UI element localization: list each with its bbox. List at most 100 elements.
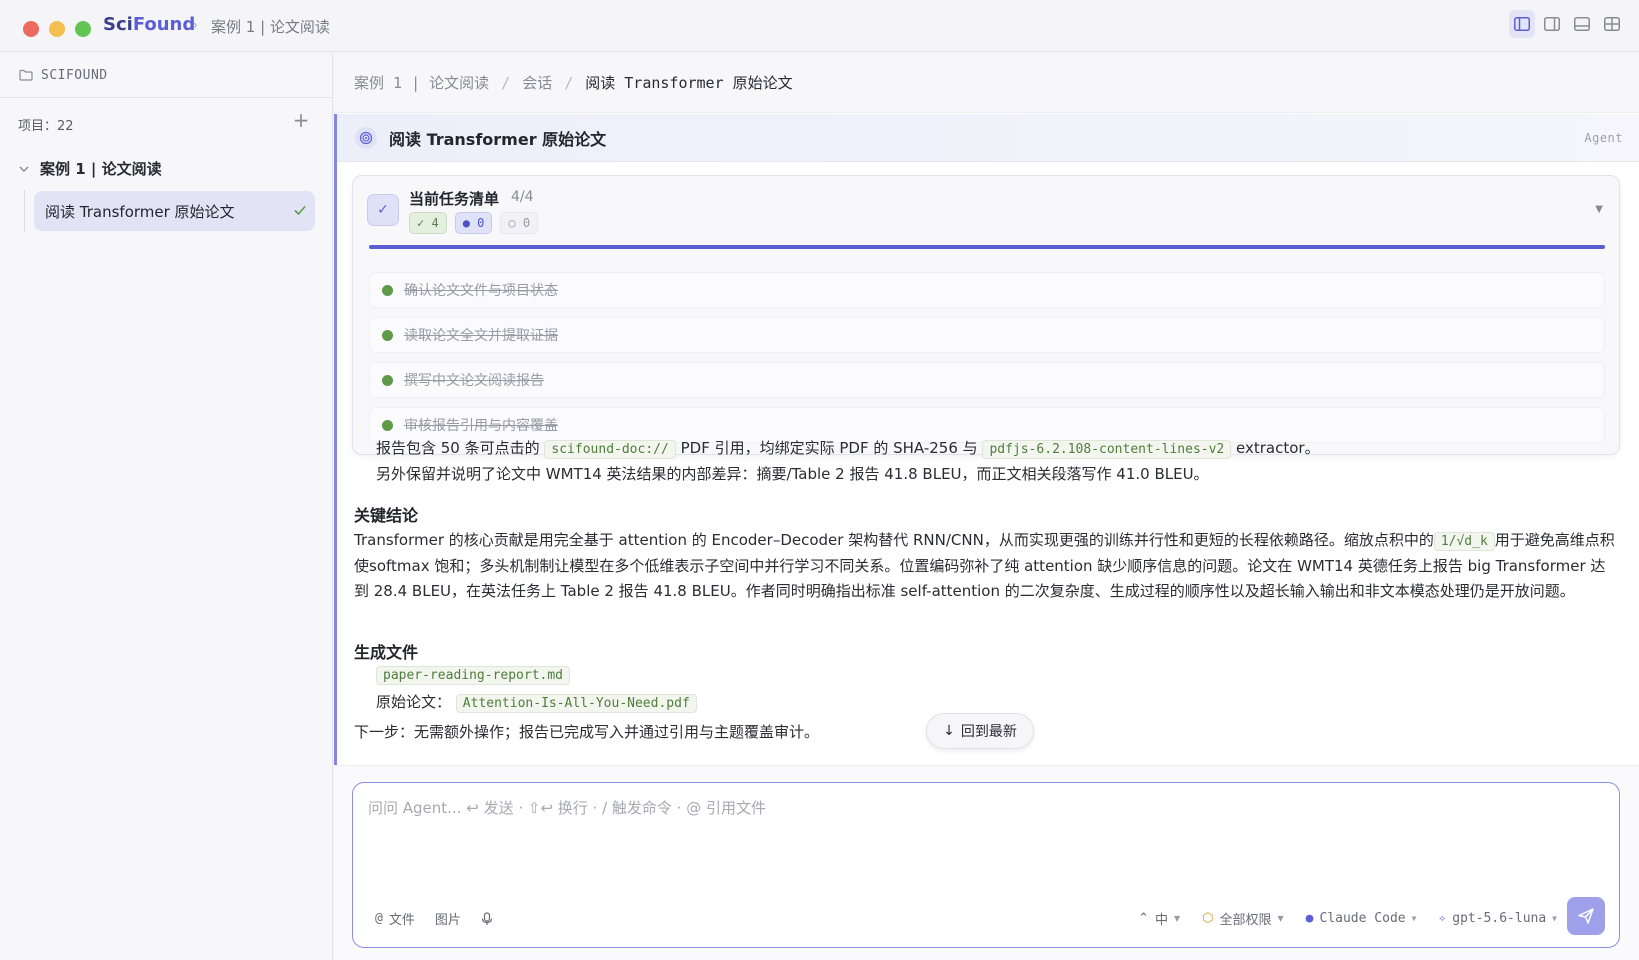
- breadcrumb-current: 阅读 Transformer 原始论文: [585, 74, 793, 92]
- sidebar-item-session[interactable]: 阅读 Transformer 原始论文: [34, 191, 315, 231]
- file-link-report[interactable]: paper-reading-report.md: [376, 666, 571, 685]
- jump-to-latest-button[interactable]: ↓ 回到最新: [926, 713, 1034, 749]
- sidebar-left-icon: [1514, 17, 1530, 31]
- jump-to-latest-label: 回到最新: [960, 724, 1017, 740]
- inline-code: scifound-doc://: [544, 440, 676, 459]
- task-item: 撰写中文论文阅读报告: [369, 362, 1605, 398]
- caret-down-icon: ▼: [1411, 914, 1417, 923]
- permission-value: 全部权限: [1219, 913, 1272, 928]
- message-line-citations: 报告包含 50 条可点击的 scifound-doc:// PDF 引用，均绑定…: [376, 437, 1320, 459]
- attach-image-label: 图片: [434, 913, 461, 928]
- task-status-badges: ✓ 4 ● 0 ○ 0: [409, 212, 539, 234]
- spiral-icon: [355, 126, 377, 149]
- original-paper-entry: 原始论文： Attention-Is-All-You-Need.pdf: [376, 691, 697, 713]
- send-button[interactable]: [1567, 897, 1605, 935]
- attach-file-label: 文件: [388, 913, 415, 928]
- task-list: 确认论文文件与项目状态 读取论文全文并提取证据 撰写中文论文阅读报告 审核报告引…: [369, 272, 1605, 452]
- paragraph-text: Transformer 的核心贡献是用完全基于 attention 的 Enco…: [354, 531, 1434, 549]
- permission-select[interactable]: ⬡ 全部权限 ▼: [1202, 909, 1284, 928]
- composer-options: ⌃ 中 ▼ ⬡ 全部权限 ▼ ● Claude Code ▼ ✧ gpt-5.6-luna ▼: [1138, 909, 1557, 928]
- task-item-label: 确认论文文件与项目状态: [404, 283, 558, 299]
- project-group[interactable]: 案例 1 | 论文阅读: [18, 158, 162, 179]
- layout-grid-button[interactable]: [1599, 10, 1625, 38]
- folder-icon: [19, 69, 33, 81]
- next-step-text: 下一步：无需额外操作；报告已完成写入并通过引用与主题覆盖审计。: [354, 723, 820, 741]
- task-item-label: 读取论文全文并提取证据: [404, 328, 558, 344]
- conclusions-paragraph: Transformer 的核心贡献是用完全基于 attention 的 Enco…: [354, 528, 1616, 604]
- done-dot-icon: [382, 284, 393, 296]
- task-checklist-card[interactable]: ✓ 当前任务清单 4/4 ✓ 4 ● 0 ○ 0 ▼ 确认论文文件与项目状态 读…: [352, 175, 1620, 455]
- inline-code: pdfjs-6.2.108-content-lines-v2: [982, 440, 1232, 459]
- session-mode-tag: Agent: [1584, 131, 1623, 145]
- running-badge: ● 0: [454, 212, 493, 234]
- composer: @ 文件 图片 ⌃ 中 ▼ ⬡ 全部权限 ▼ ● Claude Code ▼ ✧ gpt-5.6…: [352, 782, 1620, 948]
- sidebar-header: SCIFOUND: [0, 53, 333, 98]
- title-bar: SciFound › 案例 1 | 论文阅读: [0, 0, 1639, 52]
- app-brand: SciFound: [103, 14, 196, 35]
- title-breadcrumb[interactable]: 案例 1 | 论文阅读: [211, 16, 330, 37]
- send-icon: [1578, 908, 1594, 924]
- project-count: 项目：22: [18, 119, 74, 134]
- message-text: PDF 引用，均绑定实际 PDF 的 SHA-256 与: [680, 439, 978, 457]
- chevron-right-icon: ›: [193, 18, 198, 32]
- layout-sidebar-right-button[interactable]: [1539, 10, 1565, 38]
- engine-select[interactable]: ● Claude Code ▼: [1306, 911, 1417, 926]
- session-title: 阅读 Transformer 原始论文: [389, 129, 607, 149]
- tree-guide: [24, 190, 25, 232]
- plus-icon: +: [292, 108, 310, 132]
- attach-image-button[interactable]: 图片: [435, 909, 461, 928]
- message-text: extractor。: [1236, 439, 1320, 457]
- original-paper-label: 原始论文：: [376, 693, 452, 711]
- sparkle-icon: ✧: [1438, 911, 1447, 926]
- breadcrumb-project[interactable]: 案例 1 | 论文阅读: [354, 72, 489, 93]
- task-progress-fill: [369, 245, 1605, 249]
- message-line-discrepancy: 另外保留并说明了论文中 WMT14 英法结果的内部差异：摘要/Table 2 报…: [376, 465, 1209, 483]
- sidebar-item-label: 阅读 Transformer 原始论文: [45, 202, 235, 221]
- check-icon: [294, 205, 306, 216]
- agent-prompt-input[interactable]: [368, 797, 1598, 877]
- status-dot-icon: ●: [1305, 911, 1314, 926]
- file-link-paper[interactable]: Attention-Is-All-You-Need.pdf: [455, 694, 697, 713]
- voice-input-button[interactable]: [481, 911, 493, 926]
- breadcrumb-separator: /: [501, 73, 511, 92]
- add-project-button[interactable]: +: [290, 109, 312, 131]
- message-text: 报告包含 50 条可点击的: [376, 439, 540, 457]
- done-dot-icon: [382, 419, 393, 431]
- layout-bottom-panel-button[interactable]: [1569, 10, 1595, 38]
- breadcrumb: 案例 1 | 论文阅读 / 会话 / 阅读 Transformer 原始论文: [334, 53, 1639, 113]
- effort-value: 中: [1154, 913, 1168, 928]
- attach-file-button[interactable]: @ 文件: [375, 909, 415, 928]
- maximize-window-button[interactable]: [75, 21, 91, 37]
- checklist-icon: ✓: [367, 194, 399, 226]
- conclusions-heading: 关键结论: [354, 506, 419, 525]
- done-badge: ✓ 4: [409, 212, 447, 234]
- sidebar-right-icon: [1544, 17, 1560, 31]
- minimize-window-button[interactable]: [49, 21, 65, 37]
- generated-file-entry: paper-reading-report.md: [376, 665, 571, 685]
- panel-bottom-icon: [1574, 17, 1590, 31]
- collapse-caret-icon[interactable]: ▼: [1595, 204, 1603, 215]
- effort-select[interactable]: ⌃ 中 ▼: [1138, 909, 1180, 928]
- caret-down-icon: ▼: [1173, 914, 1181, 923]
- model-value: gpt-5.6-luna: [1452, 911, 1547, 926]
- done-dot-icon: [382, 329, 393, 341]
- layout-sidebar-left-button[interactable]: [1509, 10, 1535, 38]
- pending-badge: ○ 0: [500, 212, 539, 234]
- at-icon: @: [375, 911, 383, 926]
- microphone-icon: [481, 911, 492, 925]
- task-item-label: 撰写中文论文阅读报告: [404, 373, 544, 389]
- composer-attachments: @ 文件 图片: [375, 909, 493, 928]
- gauge-icon: ⌃: [1138, 911, 1149, 926]
- breadcrumb-sessions[interactable]: 会话: [522, 72, 552, 93]
- task-item: 确认论文文件与项目状态: [369, 272, 1605, 308]
- engine-value: Claude Code: [1319, 911, 1406, 926]
- task-progress-bar: [369, 245, 1605, 249]
- caret-down-icon: ▼: [1277, 914, 1284, 923]
- model-select[interactable]: ✧ gpt-5.6-luna ▼: [1438, 911, 1557, 926]
- task-card-title: 当前任务清单: [409, 190, 500, 208]
- close-window-button[interactable]: [23, 21, 39, 37]
- generated-files-heading: 生成文件: [354, 643, 419, 662]
- shield-icon: ⬡: [1202, 911, 1214, 926]
- caret-down-icon: ▼: [1552, 914, 1557, 923]
- breadcrumb-separator: /: [564, 73, 574, 92]
